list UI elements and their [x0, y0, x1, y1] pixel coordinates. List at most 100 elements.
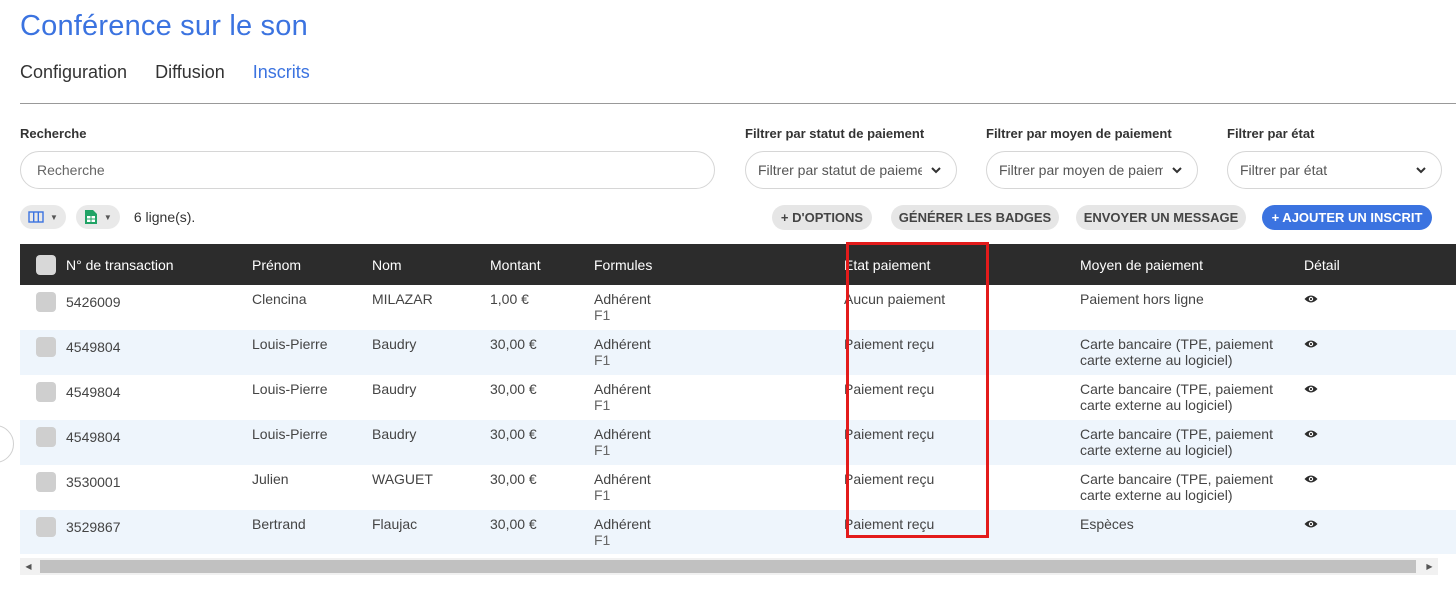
chevron-down-icon [1416, 167, 1426, 174]
cell-nom: Baudry [372, 381, 417, 397]
side-panel-handle[interactable] [0, 425, 14, 463]
formule-code: F1 [594, 352, 611, 368]
moyen-line-2: carte externe au logiciel) [1080, 442, 1233, 458]
formule-code: F1 [594, 307, 611, 323]
header-moyen-paiement[interactable]: Moyen de paiement [1080, 244, 1304, 285]
header-label: N° de transaction [66, 256, 174, 273]
cell-transaction: 4549804 [20, 330, 252, 375]
moyen-line: Paiement hors ligne [1080, 291, 1204, 307]
scroll-right-icon[interactable]: ▶ [1421, 558, 1438, 575]
send-message-button[interactable]: ENVOYER UN MESSAGE [1076, 205, 1246, 230]
table-row[interactable]: 4549804 Louis-Pierre Baudry 30,00 € Adhé… [20, 375, 1456, 420]
payment-method-filter-label: Filtrer par moyen de paiement [986, 126, 1172, 141]
cell-prenom: Louis-Pierre [252, 336, 328, 352]
state-select[interactable]: Filtrer par état [1227, 151, 1442, 189]
cell-prenom: Julien [252, 471, 289, 487]
cell-moyen-paiement: Espèces [1080, 510, 1304, 554]
formule-name: Adhérent [594, 336, 651, 352]
cell-etat-paiement: Paiement reçu [844, 381, 935, 397]
eye-icon[interactable] [1304, 339, 1318, 349]
tab-inscrits[interactable]: Inscrits [253, 62, 310, 83]
registrants-table-container: N° de transaction Prénom Nom Montant For… [20, 244, 1456, 554]
cell-formule: Adhérent F1 [594, 510, 844, 554]
header-transaction[interactable]: N° de transaction [20, 244, 252, 285]
transaction-id: 4549804 [66, 429, 121, 445]
horizontal-scrollbar[interactable]: ◀ ▶ [20, 558, 1438, 575]
moyen-line: Carte bancaire (TPE, paiement [1080, 336, 1273, 352]
cell-formule: Adhérent F1 [594, 375, 844, 420]
row-checkbox[interactable] [36, 472, 56, 492]
cell-formule: Adhérent F1 [594, 420, 844, 465]
cell-moyen-paiement: Carte bancaire (TPE, paiement carte exter… [1080, 420, 1304, 465]
payment-status-select-value: Filtrer par statut de paiement [758, 162, 922, 178]
moyen-line-2: carte externe au logiciel) [1080, 352, 1233, 368]
formule-name: Adhérent [594, 426, 651, 442]
header-prenom[interactable]: Prénom [252, 244, 372, 285]
eye-icon[interactable] [1304, 474, 1318, 484]
row-checkbox[interactable] [36, 427, 56, 447]
search-input[interactable] [20, 151, 715, 189]
cell-nom: WAGUET [372, 471, 433, 487]
formule-code: F1 [594, 442, 611, 458]
row-count: 6 ligne(s). [133, 209, 196, 225]
tab-bar: Configuration Diffusion Inscrits [20, 62, 310, 83]
header-montant[interactable]: Montant [490, 244, 594, 285]
cell-detail [1304, 420, 1456, 465]
table-toolbar: ▼ ▼ 6 ligne(s). [20, 205, 195, 229]
columns-toggle-button[interactable]: ▼ [20, 205, 66, 229]
caret-down-icon: ▼ [103, 212, 112, 222]
table-row[interactable]: 3529867 Bertrand Flaujac 30,00 € Adhéren… [20, 510, 1456, 554]
cell-montant: 30,00 € [490, 381, 537, 397]
table-row[interactable]: 3530001 Julien WAGUET 30,00 € Adhérent F1… [20, 465, 1456, 510]
eye-icon[interactable] [1304, 384, 1318, 394]
cell-formule: Adhérent F1 [594, 285, 844, 330]
more-options-button[interactable]: + D'OPTIONS [772, 205, 872, 230]
header-nom[interactable]: Nom [372, 244, 490, 285]
tab-diffusion[interactable]: Diffusion [155, 62, 225, 83]
table-row[interactable]: 4549804 Louis-Pierre Baudry 30,00 € Adhé… [20, 420, 1456, 465]
cell-detail [1304, 375, 1456, 420]
cell-formule: Adhérent F1 [594, 330, 844, 375]
state-select-value: Filtrer par état [1240, 162, 1328, 178]
formule-code: F1 [594, 532, 611, 548]
table-row[interactable]: 4549804 Louis-Pierre Baudry 30,00 € Adhé… [20, 330, 1456, 375]
add-registrant-button[interactable]: + AJOUTER UN INSCRIT [1262, 205, 1432, 230]
cell-transaction: 5426009 [20, 285, 252, 330]
eye-icon[interactable] [1304, 294, 1318, 304]
cell-montant: 30,00 € [490, 471, 537, 487]
formule-name: Adhérent [594, 381, 651, 397]
row-checkbox[interactable] [36, 382, 56, 402]
eye-icon[interactable] [1304, 519, 1318, 529]
header-formules[interactable]: Formules [594, 244, 844, 285]
cell-moyen-paiement: Carte bancaire (TPE, paiement carte exter… [1080, 330, 1304, 375]
export-button[interactable]: ▼ [75, 205, 120, 229]
columns-icon [28, 211, 44, 223]
transaction-id: 3529867 [66, 519, 121, 535]
formule-name: Adhérent [594, 471, 651, 487]
tabs-divider [20, 103, 1456, 104]
moyen-line-2: carte externe au logiciel) [1080, 487, 1233, 503]
cell-formule: Adhérent F1 [594, 465, 844, 510]
cell-transaction: 4549804 [20, 420, 252, 465]
cell-detail [1304, 510, 1456, 554]
header-etat-paiement[interactable]: Etat paiement [844, 244, 1080, 285]
payment-method-select-value: Filtrer par moyen de paiement [999, 162, 1163, 178]
cell-etat-paiement: Aucun paiement [844, 291, 946, 307]
cell-prenom: Louis-Pierre [252, 381, 328, 397]
row-checkbox[interactable] [36, 292, 56, 312]
eye-icon[interactable] [1304, 429, 1318, 439]
header-detail: Détail [1304, 256, 1340, 273]
row-checkbox[interactable] [36, 337, 56, 357]
formule-code: F1 [594, 397, 611, 413]
payment-status-select[interactable]: Filtrer par statut de paiement [745, 151, 957, 189]
cell-prenom: Louis-Pierre [252, 426, 328, 442]
payment-method-select[interactable]: Filtrer par moyen de paiement [986, 151, 1198, 189]
scroll-left-icon[interactable]: ◀ [20, 558, 37, 575]
generate-badges-button[interactable]: GÉNÉRER LES BADGES [891, 205, 1059, 230]
select-all-checkbox[interactable] [36, 254, 56, 275]
tab-configuration[interactable]: Configuration [20, 62, 127, 83]
scrollbar-thumb[interactable] [40, 560, 1416, 573]
formule-code: F1 [594, 487, 611, 503]
table-row[interactable]: 5426009 Clencina MILAZAR 1,00 € Adhérent… [20, 285, 1456, 330]
row-checkbox[interactable] [36, 517, 56, 537]
